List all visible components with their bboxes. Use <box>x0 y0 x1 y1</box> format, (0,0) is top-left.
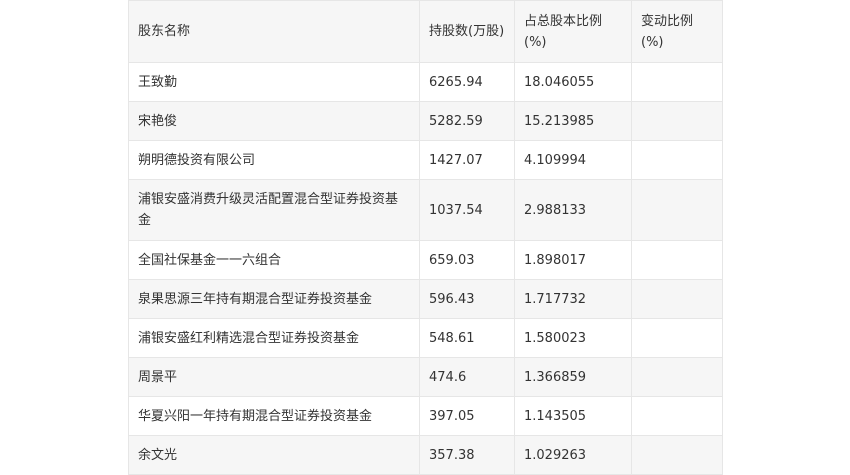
cell-change-ratio <box>631 240 723 280</box>
cell-shares-held: 1037.54 <box>419 179 515 241</box>
cell-shareholder-name: 泉果思源三年持有期混合型证券投资基金 <box>128 279 420 319</box>
table-row: 浦银安盛消费升级灵活配置混合型证券投资基金 1037.54 2.988133 <box>128 179 723 241</box>
table-row: 全国社保基金一一六组合 659.03 1.898017 <box>128 240 723 280</box>
cell-shareholder-name: 周景平 <box>128 357 420 397</box>
cell-shareholder-name: 宋艳俊 <box>128 101 420 141</box>
table-body: 王致勤 6265.94 18.046055 宋艳俊 5282.59 15.213… <box>128 62 723 475</box>
cell-shareholder-name: 浦银安盛红利精选混合型证券投资基金 <box>128 318 420 358</box>
cell-shares-held: 6265.94 <box>419 62 515 102</box>
cell-share-ratio: 18.046055 <box>514 62 632 102</box>
cell-share-ratio: 1.717732 <box>514 279 632 319</box>
cell-share-ratio: 1.029263 <box>514 435 632 475</box>
table-row: 宋艳俊 5282.59 15.213985 <box>128 101 723 141</box>
cell-shareholder-name: 朔明德投资有限公司 <box>128 140 420 180</box>
cell-shareholder-name: 王致勤 <box>128 62 420 102</box>
cell-shares-held: 548.61 <box>419 318 515 358</box>
cell-change-ratio <box>631 140 723 180</box>
cell-shares-held: 397.05 <box>419 396 515 436</box>
cell-share-ratio: 2.988133 <box>514 179 632 241</box>
cell-share-ratio: 4.109994 <box>514 140 632 180</box>
header-row: 股东名称 持股数(万股) 占总股本比例(%) 变动比例(%) <box>128 0 723 63</box>
cell-share-ratio: 1.143505 <box>514 396 632 436</box>
cell-shareholder-name: 全国社保基金一一六组合 <box>128 240 420 280</box>
cell-change-ratio <box>631 396 723 436</box>
table-row: 周景平 474.6 1.366859 <box>128 357 723 397</box>
table-header: 股东名称 持股数(万股) 占总股本比例(%) 变动比例(%) <box>128 0 723 63</box>
header-shares-held: 持股数(万股) <box>419 0 515 63</box>
header-shareholder-name: 股东名称 <box>128 0 420 63</box>
table-row: 朔明德投资有限公司 1427.07 4.109994 <box>128 140 723 180</box>
cell-shares-held: 5282.59 <box>419 101 515 141</box>
cell-change-ratio <box>631 318 723 358</box>
header-change-ratio: 变动比例(%) <box>631 0 723 63</box>
shareholder-table: 股东名称 持股数(万股) 占总股本比例(%) 变动比例(%) 王致勤 6265.… <box>128 0 723 475</box>
cell-change-ratio <box>631 62 723 102</box>
cell-shares-held: 474.6 <box>419 357 515 397</box>
cell-shares-held: 1427.07 <box>419 140 515 180</box>
cell-shares-held: 596.43 <box>419 279 515 319</box>
cell-share-ratio: 1.366859 <box>514 357 632 397</box>
cell-change-ratio <box>631 435 723 475</box>
table-row: 泉果思源三年持有期混合型证券投资基金 596.43 1.717732 <box>128 279 723 319</box>
cell-change-ratio <box>631 357 723 397</box>
cell-share-ratio: 1.580023 <box>514 318 632 358</box>
cell-share-ratio: 15.213985 <box>514 101 632 141</box>
cell-shareholder-name: 华夏兴阳一年持有期混合型证券投资基金 <box>128 396 420 436</box>
table-row: 浦银安盛红利精选混合型证券投资基金 548.61 1.580023 <box>128 318 723 358</box>
table-row: 华夏兴阳一年持有期混合型证券投资基金 397.05 1.143505 <box>128 396 723 436</box>
shareholder-table-container: 股东名称 持股数(万股) 占总股本比例(%) 变动比例(%) 王致勤 6265.… <box>128 0 723 475</box>
header-share-ratio: 占总股本比例(%) <box>514 0 632 63</box>
cell-share-ratio: 1.898017 <box>514 240 632 280</box>
cell-change-ratio <box>631 179 723 241</box>
cell-shareholder-name: 余文光 <box>128 435 420 475</box>
cell-change-ratio <box>631 101 723 141</box>
table-row: 王致勤 6265.94 18.046055 <box>128 62 723 102</box>
cell-shares-held: 659.03 <box>419 240 515 280</box>
table-row: 余文光 357.38 1.029263 <box>128 435 723 475</box>
cell-change-ratio <box>631 279 723 319</box>
cell-shares-held: 357.38 <box>419 435 515 475</box>
cell-shareholder-name: 浦银安盛消费升级灵活配置混合型证券投资基金 <box>128 179 420 241</box>
